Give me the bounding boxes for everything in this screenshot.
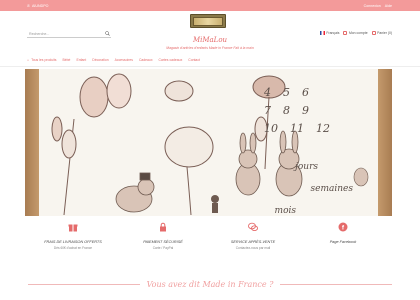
facebook-icon[interactable]: f — [338, 222, 348, 232]
milestone-word-semaines: semaines — [310, 184, 353, 194]
top-bar-text: AIUNDPO — [32, 3, 49, 8]
home-icon: ⌂ — [27, 58, 30, 62]
nav-item-bebe[interactable]: Bébé — [63, 58, 71, 62]
nav-item-decoration[interactable]: Décoration — [92, 58, 108, 62]
language-selector[interactable]: Français — [319, 31, 340, 35]
feature-title: PAIEMENT SÉCURISÉ — [143, 240, 183, 244]
hero-banner[interactable]: 456 789 10 11 12 jours semaines mois — [25, 69, 392, 216]
logo-emblem — [193, 16, 223, 26]
milestone-word-mois: mois — [274, 206, 296, 216]
brand-subtitle: Magasin d'articles d'enfants Made in Fra… — [166, 46, 254, 50]
feature-after-sales: SERVICE APRÈS-VENTE Contactez-nous par m… — [208, 222, 298, 250]
milestone-number: 12 — [316, 122, 330, 135]
milestone-blanket-image: 456 789 10 11 12 jours semaines mois — [39, 69, 378, 216]
milestone-word-jours: jours — [295, 162, 318, 172]
nav-divider — [0, 66, 420, 67]
top-bar-left: ✆ AIUNDPO — [27, 4, 48, 8]
feature-subtitle: Contactez-nous par mail — [235, 245, 271, 250]
nav-label: Bébé — [62, 58, 71, 62]
nav-label: Cartes cadeaux — [158, 58, 183, 62]
nav-label: Contact — [188, 58, 200, 62]
language-label: Français — [326, 31, 340, 35]
cart-link[interactable]: Panier (0) — [371, 31, 392, 35]
nav-item-contact[interactable]: Contact — [188, 58, 200, 62]
top-bar: ✆ AIUNDPO Connexion Aide — [0, 0, 420, 11]
nav-item-cartes[interactable]: Cartes cadeaux — [159, 58, 183, 62]
nav-item-cadeaux[interactable]: Cadeaux — [139, 58, 153, 62]
milestone-number: 6 — [302, 86, 309, 99]
section-title: Vous avez dit Made in France ? — [146, 280, 274, 289]
gift-icon — [68, 224, 78, 232]
brand-title: MiMaLou — [192, 36, 228, 44]
milestone-number: 8 — [283, 104, 290, 117]
account-link[interactable]: Mon compte — [343, 31, 368, 35]
cart-icon — [371, 31, 376, 35]
phone-icon: ✆ — [27, 3, 31, 8]
feature-subtitle: Carte / PayPal — [152, 245, 174, 250]
wood-background-right — [378, 69, 392, 216]
milestone-number: 9 — [302, 104, 309, 117]
account-bar: Français Mon compte Panier (0) — [319, 31, 392, 35]
milestone-number: 5 — [283, 86, 290, 99]
search-input[interactable]: Recherche... — [27, 32, 49, 36]
account-label: Mon compte — [348, 31, 368, 35]
feature-free-shipping: FRAIS DE LIVRAISON OFFERTS Dès 60€ d'ach… — [28, 222, 118, 250]
feature-subtitle: Dès 60€ d'achat en France — [53, 245, 93, 250]
site-logo[interactable] — [190, 14, 226, 28]
feature-secure-payment: PAIEMENT SÉCURISÉ Carte / PayPal — [118, 222, 208, 250]
main-nav: ⌂ Tous les produits Bébé Enfant Décoratio… — [27, 58, 200, 62]
milestone-number: 10 — [264, 122, 278, 135]
milestone-numbers: 456 789 10 11 12 — [264, 84, 330, 138]
user-icon — [343, 31, 348, 35]
cart-label: Panier (0) — [377, 31, 392, 35]
nav-label: Cadeaux — [138, 58, 153, 62]
nav-item-enfant[interactable]: Enfant — [76, 58, 86, 62]
wood-background-left — [25, 69, 39, 216]
chat-icon — [248, 222, 258, 232]
milestone-number: 11 — [290, 122, 304, 135]
top-bar-links: Connexion Aide — [364, 4, 392, 8]
milestone-number: 7 — [264, 104, 271, 117]
login-link[interactable]: Connexion — [364, 4, 381, 8]
nav-label: Enfant — [76, 58, 87, 62]
nav-item-accessoires[interactable]: Accessoires — [115, 58, 133, 62]
nav-label: Accessoires — [114, 58, 133, 62]
nav-label: Décoration — [92, 58, 109, 62]
feature-facebook[interactable]: f Page Facebook — [298, 222, 388, 244]
nav-label: Tous les produits — [31, 58, 57, 62]
milestone-number: 4 — [264, 86, 271, 99]
help-link[interactable]: Aide — [385, 4, 392, 8]
nav-item-home[interactable]: ⌂ Tous les produits — [27, 58, 57, 62]
feature-title[interactable]: Page Facebook — [298, 240, 388, 244]
feature-title: SERVICE APRÈS-VENTE — [230, 240, 276, 244]
flag-icon — [319, 31, 325, 35]
feature-title: FRAIS DE LIVRAISON OFFERTS — [44, 240, 102, 244]
lock-icon — [160, 222, 166, 232]
